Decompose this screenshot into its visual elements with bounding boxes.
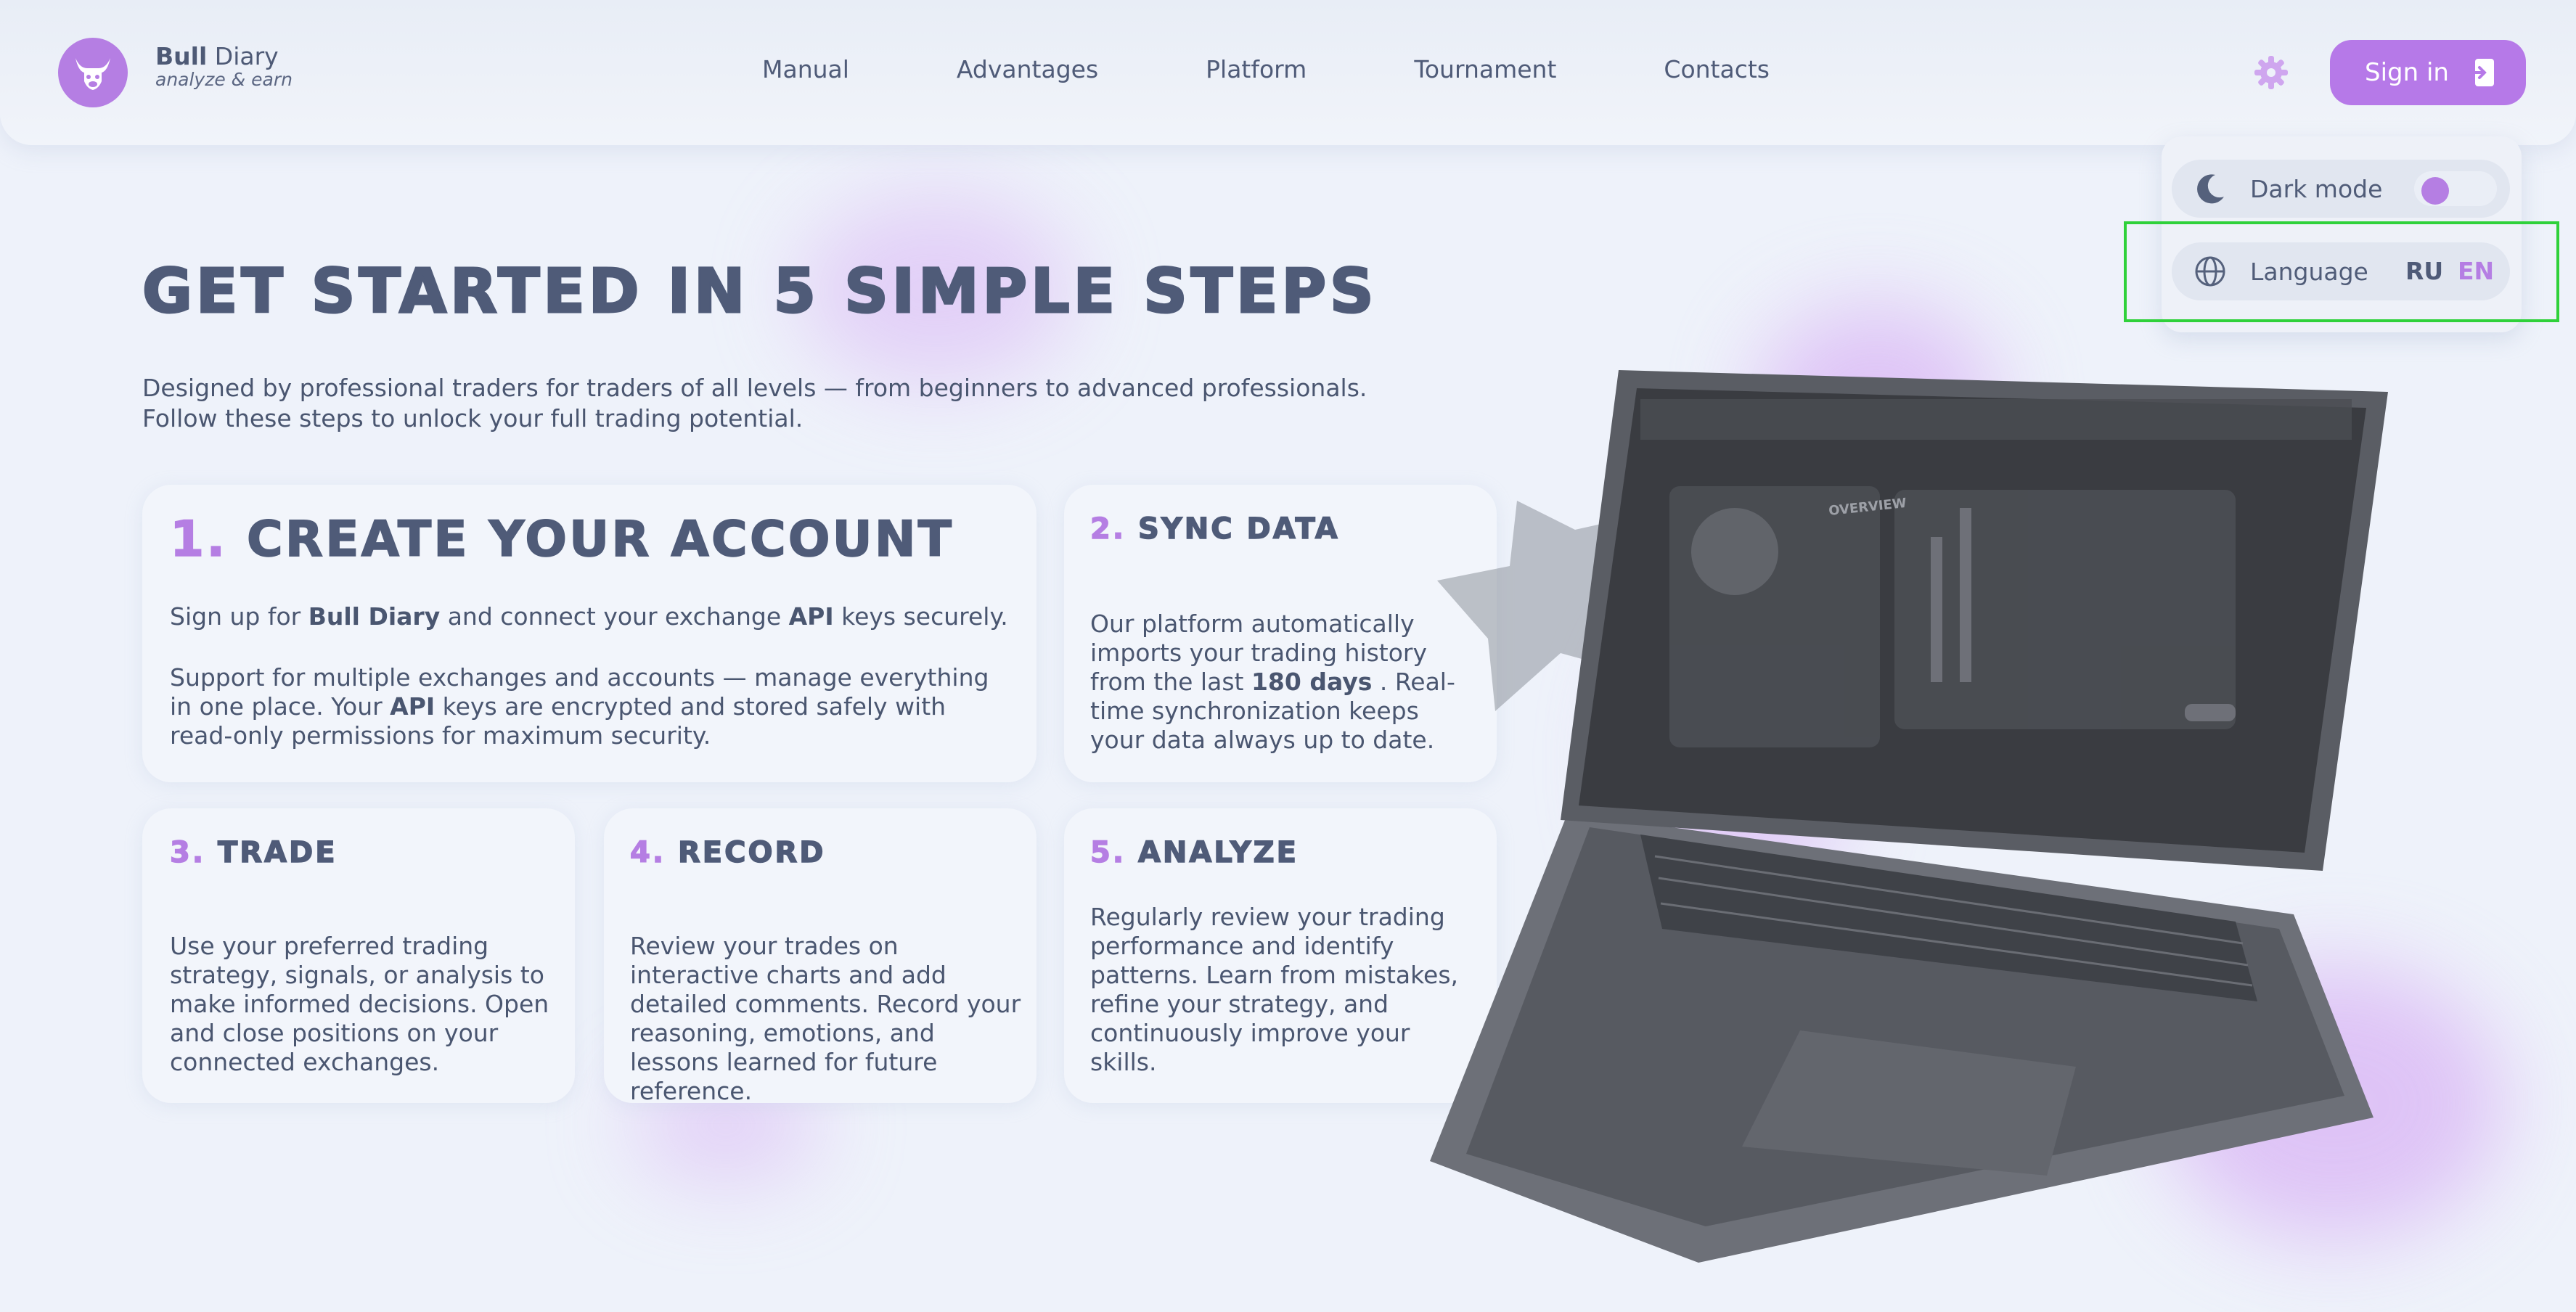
step-text: Sign up for Bull Diary and connect your …: [170, 602, 1008, 631]
top-header: Bull Diary analyze & earn Manual Advanta…: [0, 0, 2576, 145]
nav-contacts[interactable]: Contacts: [1664, 55, 1770, 83]
step-heading: 5. ANALYZE: [1089, 835, 1299, 870]
step-card-record: 4. RECORD Review your trades on interact…: [604, 808, 1036, 1105]
laptop-illustration: OVERVIEW: [1430, 370, 2388, 1263]
nav-tournament[interactable]: Tournament: [1414, 55, 1556, 83]
sign-in-label: Sign in: [2365, 58, 2449, 87]
step-text: Use your preferred trading strategy, sig…: [170, 932, 549, 1076]
step-heading: 3. TRADE: [169, 835, 338, 870]
toggle-knob: [2421, 177, 2449, 205]
subtitle-line: Follow these steps to unlock your full t…: [142, 404, 804, 432]
step-text: Support for multiple exchanges and accou…: [170, 663, 989, 750]
bull-logo-icon[interactable]: [58, 38, 128, 107]
step-card-create-account: 1. CREATE YOUR ACCOUNT Sign up for Bull …: [142, 485, 1036, 782]
dark-mode-label: Dark mode: [2250, 174, 2383, 203]
moon-icon: [2197, 174, 2224, 204]
sign-in-button[interactable]: Sign in: [2330, 40, 2526, 105]
gear-icon[interactable]: [2253, 54, 2289, 91]
highlight-box: [2124, 221, 2559, 322]
step-text: Regularly review your trading performanc…: [1090, 903, 1459, 1076]
nav-manual[interactable]: Manual: [762, 55, 849, 83]
nav-advantages[interactable]: Advantages: [957, 55, 1098, 83]
brand[interactable]: Bull Diary analyze & earn: [155, 42, 293, 91]
nav-platform[interactable]: Platform: [1206, 55, 1307, 83]
step-text: Review your trades on interactive charts…: [630, 932, 1021, 1105]
step-card-trade: 3. TRADE Use your preferred trading stra…: [142, 808, 575, 1103]
page-title: GET STARTED IN 5 SIMPLE STEPS: [142, 255, 1378, 328]
dark-mode-toggle[interactable]: [2414, 171, 2497, 206]
main-nav: Manual Advantages Platform Tournament Co…: [762, 55, 1877, 83]
step-heading: 1. CREATE YOUR ACCOUNT: [169, 510, 954, 569]
brand-name: Bull Diary: [155, 42, 279, 70]
subtitle-line: Designed by professional traders for tra…: [142, 374, 1367, 402]
step-heading: 4. RECORD: [629, 835, 826, 870]
page-subtitle: Designed by professional traders for tra…: [142, 373, 1367, 434]
login-icon: [2469, 59, 2494, 86]
step-text: Our platform automatically imports your …: [1090, 610, 1455, 754]
brand-tagline: analyze & earn: [155, 69, 293, 91]
step-heading: 2. SYNC DATA: [1089, 512, 1340, 546]
dark-mode-row[interactable]: Dark mode: [2172, 160, 2510, 218]
